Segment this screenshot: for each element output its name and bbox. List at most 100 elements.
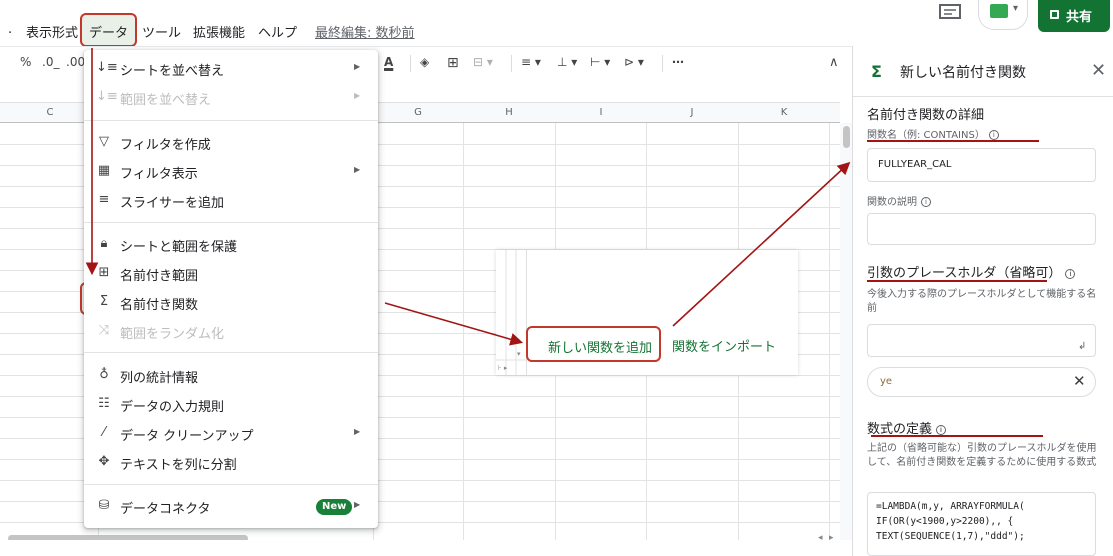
shuffle-icon: ⤨	[98, 323, 110, 338]
lock-icon: 🔒︎	[100, 236, 108, 251]
menu-item-label: データコネクタ	[120, 502, 211, 517]
menu-bar: . 表示形式 データ ツール 拡張機能 ヘルプ 最終編集: 数秒前 ▾ 共有	[0, 0, 1113, 47]
toolbar-divider	[511, 55, 512, 72]
scroll-left-icon[interactable]: ◂	[818, 533, 823, 540]
vertical-scrollbar-thumb[interactable]	[843, 126, 850, 148]
formula-line: TEXT(SEQUENCE(1,7),"ddd");	[876, 531, 1025, 542]
menu-item-filter-views[interactable]: ▦ フィルタ表示 ▶	[84, 157, 378, 185]
menu-help[interactable]: ヘルプ	[258, 22, 297, 41]
last-edit-link[interactable]: 最終編集: 数秒前	[315, 22, 415, 41]
add-new-function-label: 新しい関数を追加	[548, 341, 653, 356]
share-label: 共有	[1066, 10, 1093, 25]
column-header-j[interactable]: J	[662, 107, 722, 118]
menu-item-label: 名前付き範囲	[120, 269, 199, 284]
svg-text:⊦ ▸: ⊦ ▸	[498, 364, 508, 372]
menu-item-create-filter[interactable]: ▽ フィルタを作成	[84, 128, 378, 156]
menu-item-column-stats[interactable]: ♁ 列の統計情報	[84, 361, 378, 389]
slicer-icon: ≡	[98, 192, 110, 207]
increase-decimal-button[interactable]: .00	[66, 55, 85, 69]
column-header-g[interactable]: G	[388, 107, 448, 118]
menu-item-label: 範囲をランダム化	[120, 327, 225, 342]
function-name-input[interactable]: FULLYEAR_CAL	[867, 148, 1096, 182]
database-icon: ⛁	[98, 498, 110, 513]
annotation-underline	[871, 435, 1043, 437]
menu-item-sort-sheet[interactable]: ↓≡ シートを並べ替え ▶	[84, 54, 378, 82]
svg-text:▴: ▴	[517, 336, 521, 344]
menu-item-label: 範囲を並べ替え	[120, 93, 212, 108]
split-icon: ✥	[98, 454, 110, 469]
submenu-arrow-icon: ▶	[354, 165, 361, 174]
menu-data[interactable]: データ	[89, 22, 128, 41]
sigma-icon: Σ	[99, 294, 109, 309]
submenu-arrow-icon: ▶	[354, 500, 361, 509]
column-header-k[interactable]: K	[754, 107, 814, 118]
formula-line: =LAMBDA(m,y, ARRAYFORMULA(	[876, 501, 1025, 512]
horizontal-scrollbar-thumb[interactable]	[8, 535, 248, 540]
comment-history-icon[interactable]	[939, 4, 961, 20]
share-button[interactable]: 共有	[1038, 0, 1110, 32]
menu-item-data-connectors[interactable]: ⛁ データコネクタ New ▶	[84, 492, 378, 520]
lock-icon	[1050, 10, 1059, 19]
info-icon[interactable]: i	[988, 130, 999, 140]
menu-divider	[84, 222, 378, 223]
info-icon[interactable]: i	[921, 197, 931, 207]
borders-icon[interactable]: ⊞	[447, 55, 459, 71]
menu-item-split-text[interactable]: ✥ テキストを列に分割	[84, 448, 378, 476]
menu-item-protect-sheets[interactable]: 🔒︎ シートと範囲を保護	[84, 230, 378, 258]
formula-input[interactable]: =LAMBDA(m,y, ARRAYFORMULA( IF(OR(y<1900,…	[867, 492, 1096, 556]
horizontal-align-icon[interactable]: ≡ ▾	[521, 55, 541, 69]
merge-cells-icon[interactable]: ⊟ ▾	[473, 55, 493, 69]
chevron-down-icon: ▾	[1013, 3, 1019, 14]
annotation-underline	[867, 140, 1039, 142]
function-name-value: FULLYEAR_CAL	[878, 159, 952, 170]
fill-color-icon[interactable]: ◈	[420, 55, 429, 69]
function-description-input[interactable]	[867, 213, 1096, 245]
decrease-decimal-button[interactable]: .0_	[42, 55, 59, 69]
argument-chip[interactable]: ye ✕	[867, 367, 1096, 397]
menu-item-named-functions[interactable]: Σ 名前付き関数	[84, 288, 378, 316]
inset-grid-strip: ▴ ▾ ⊦ ▸	[496, 250, 526, 375]
data-dropdown-menu: ↓≡ シートを並べ替え ▶ ↓≡ 範囲を並べ替え ▶ ▽ フィルタを作成 ▦ フ…	[84, 50, 378, 528]
menu-extensions[interactable]: 拡張機能	[193, 22, 245, 41]
menu-item-data-validation[interactable]: ☷ データの入力規則	[84, 390, 378, 418]
import-function-button[interactable]: 関数をインポート	[672, 336, 776, 355]
column-header-h[interactable]: H	[479, 107, 539, 118]
function-description-label: 関数の説明 i	[867, 193, 931, 208]
scroll-right-icon[interactable]: ▸	[829, 533, 834, 540]
menu-tools[interactable]: ツール	[142, 22, 181, 41]
percent-format-button[interactable]: %	[20, 55, 31, 69]
text-color-button[interactable]: A	[384, 55, 393, 69]
close-icon[interactable]: ✕	[1091, 60, 1106, 81]
column-header-c[interactable]: C	[20, 107, 80, 118]
menu-item-data-cleanup[interactable]: ⁄ データ クリーンアップ ▶	[84, 419, 378, 447]
menu-format[interactable]: 表示形式	[26, 22, 78, 41]
menu-item-named-ranges[interactable]: ⊞ 名前付き範囲	[84, 259, 378, 287]
vertical-scrollbar[interactable]	[840, 123, 852, 540]
text-wrap-icon[interactable]: ⊢ ▾	[590, 55, 610, 69]
menu-item-sort-range[interactable]: ↓≡ 範囲を並べ替え ▶	[84, 83, 378, 111]
validation-icon: ☷	[98, 396, 110, 411]
menu-item-randomize-range[interactable]: ⤨ 範囲をランダム化	[84, 317, 378, 345]
filter-icon: ▽	[99, 134, 109, 149]
info-icon[interactable]: i	[936, 424, 947, 435]
collapse-menu-icon[interactable]: ∧	[829, 55, 839, 70]
menu-item-label: シートと範囲を保護	[120, 240, 238, 255]
menu-item-label: フィルタを作成	[120, 138, 211, 153]
remove-chip-icon[interactable]: ✕	[1073, 372, 1086, 390]
submenu-arrow-icon: ▶	[354, 427, 361, 436]
argument-placeholder-input[interactable]: ↲	[867, 324, 1096, 357]
toolbar-divider	[410, 55, 411, 72]
sort-range-icon: ↓≡	[96, 89, 118, 104]
add-new-function-button[interactable]: 新しい関数を追加	[526, 326, 661, 362]
magic-wand-icon: ⁄	[102, 425, 106, 440]
annotation-underline	[867, 280, 1047, 282]
new-badge: New	[316, 499, 353, 515]
text-rotate-icon[interactable]: ⊳ ▾	[624, 55, 644, 69]
info-icon[interactable]: i	[1065, 268, 1076, 279]
vertical-align-icon[interactable]: ⊥ ▾	[557, 55, 577, 69]
more-options-icon[interactable]: ⋯	[672, 55, 684, 69]
column-header-i[interactable]: I	[571, 107, 631, 118]
menu-item-label: フィルタ表示	[120, 167, 198, 182]
menu-item-label: データの入力規則	[120, 400, 225, 415]
menu-item-add-slicer[interactable]: ≡ スライサーを追加	[84, 186, 378, 214]
